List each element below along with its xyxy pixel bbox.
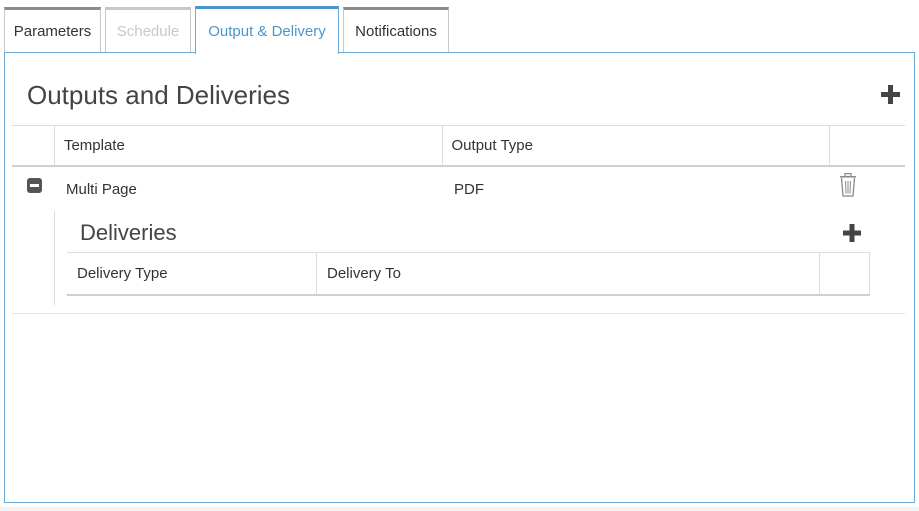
outputs-table: Template Output Type Multi Page PDF Deli…	[12, 125, 905, 314]
table-row[interactable]: Multi Page PDF	[12, 167, 905, 211]
column-header-template[interactable]: Template	[55, 126, 443, 165]
minus-square-icon[interactable]	[27, 178, 42, 193]
deliveries-header-actions	[820, 253, 870, 294]
tab-parameters[interactable]: Parameters	[4, 7, 101, 53]
deliveries-section: Deliveries Delivery Type Delivery To	[54, 211, 905, 305]
outputs-table-header: Template Output Type	[12, 125, 905, 167]
add-output-button[interactable]	[881, 85, 900, 104]
tab-output-delivery[interactable]: Output & Delivery	[195, 6, 339, 54]
add-delivery-button[interactable]	[843, 224, 861, 242]
column-header-delivery-type[interactable]: Delivery Type	[67, 253, 317, 294]
report-editor: Parameters Schedule Output & Delivery No…	[0, 0, 919, 511]
deliveries-table-header: Delivery Type Delivery To	[67, 252, 870, 296]
tab-schedule: Schedule	[105, 7, 191, 53]
column-header-delivery-to[interactable]: Delivery To	[317, 253, 820, 294]
table-divider	[12, 305, 905, 314]
row-template: Multi Page	[66, 181, 137, 198]
footer-strip	[0, 507, 919, 511]
trash-icon[interactable]	[838, 173, 858, 197]
tab-bar: Parameters Schedule Output & Delivery No…	[4, 6, 453, 54]
header-actions	[830, 126, 905, 165]
panel-title: Outputs and Deliveries	[27, 80, 291, 110]
deliveries-title: Deliveries	[80, 220, 177, 245]
output-delivery-panel: Outputs and Deliveries Template Output T…	[4, 52, 915, 503]
column-header-output-type[interactable]: Output Type	[443, 126, 831, 165]
row-output-type: PDF	[454, 181, 484, 198]
tab-notifications[interactable]: Notifications	[343, 7, 449, 53]
header-spacer	[12, 126, 55, 165]
